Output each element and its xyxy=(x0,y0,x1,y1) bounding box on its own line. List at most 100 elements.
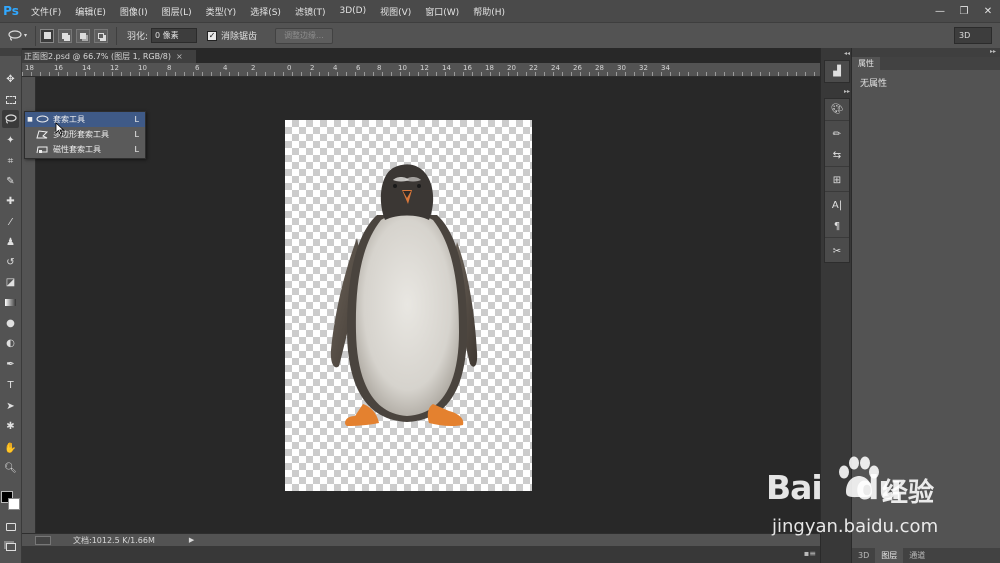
tab-properties[interactable]: 属性 xyxy=(852,57,880,70)
close-button[interactable]: ✕ xyxy=(982,6,994,17)
lasso-tool-icon[interactable] xyxy=(2,110,19,128)
feather-label: 羽化: xyxy=(127,32,149,42)
baidu-watermark: Bai du 经验 jingyan.baidu.com xyxy=(766,456,996,556)
eyedropper-icon[interactable]: ✎ xyxy=(2,172,19,190)
flyout-item-polygonal-lasso[interactable]: 多边形套索工具 L xyxy=(25,127,145,142)
brush-presets-icon[interactable]: ✏ xyxy=(825,124,849,145)
ruler-label: 32 xyxy=(639,64,648,72)
hand-tool-icon[interactable]: ✋ xyxy=(2,439,19,457)
ruler-label: 18 xyxy=(485,64,494,72)
type-tool-icon[interactable]: T xyxy=(2,376,19,394)
menu-window[interactable]: 窗口(W) xyxy=(420,5,464,18)
document-canvas[interactable] xyxy=(285,120,532,491)
dodge-tool-icon[interactable]: ◐ xyxy=(2,334,19,352)
ruler-label: 20 xyxy=(507,64,516,72)
shape-tool-icon[interactable]: ✱ xyxy=(2,417,19,435)
divider xyxy=(116,26,117,45)
clone-stamp-icon[interactable]: ♟ xyxy=(2,233,19,251)
ruler-label: 4 xyxy=(333,64,338,72)
brush-tool-icon[interactable]: ⁄ xyxy=(2,213,19,231)
menu-3d[interactable]: 3D(D) xyxy=(334,6,371,16)
color-palette-icon[interactable]: 🎨︎ xyxy=(825,99,849,120)
ruler-ticks xyxy=(22,72,820,76)
flyout-item-magnetic-lasso[interactable]: 磁性套索工具 L xyxy=(25,142,145,157)
histogram-icon[interactable]: ▟ xyxy=(825,61,849,82)
adjustments-icon[interactable]: ⇆ xyxy=(825,145,849,166)
canvas-area[interactable] xyxy=(36,77,820,533)
ruler-label: 10 xyxy=(138,64,147,72)
lasso-icon xyxy=(8,30,22,41)
shortcut-key: L xyxy=(134,145,139,154)
ruler-label: 6 xyxy=(195,64,200,72)
antialias-label: 消除锯齿 xyxy=(221,32,258,42)
character-icon[interactable]: A| xyxy=(825,195,849,216)
workspace-select[interactable]: 3D xyxy=(954,27,992,44)
panel-icon-group: ▟ xyxy=(824,60,850,83)
collapse-arrows-icon[interactable]: ◂◂ xyxy=(824,50,850,57)
refine-edge-button[interactable]: 调整边缘... xyxy=(275,27,333,44)
menu-edit[interactable]: 编辑(E) xyxy=(70,5,111,18)
background-color[interactable] xyxy=(8,498,20,510)
move-tool-icon[interactable]: ✥ xyxy=(2,70,19,88)
healing-brush-icon[interactable]: ✚ xyxy=(2,192,19,210)
selected-dot-icon: ■ xyxy=(27,116,33,123)
screen-mode-icon[interactable] xyxy=(2,538,19,556)
collapse-arrows-icon[interactable]: ▸▸ xyxy=(824,88,850,95)
color-swatches[interactable] xyxy=(1,491,21,511)
ruler-label: 10 xyxy=(398,64,407,72)
ruler-label: 2 xyxy=(251,64,256,72)
document-tab[interactable]: 正面图2.psd @ 66.7% (图层 1, RGB/8) × xyxy=(22,50,196,63)
magic-wand-icon[interactable]: ✦ xyxy=(2,131,19,149)
menu-layer[interactable]: 图层(L) xyxy=(157,5,197,18)
ruler-label: 24 xyxy=(551,64,560,72)
tool-preset-picker[interactable]: ▾ xyxy=(0,25,36,46)
window-controls: — ❐ ✕ xyxy=(934,0,994,22)
menu-select[interactable]: 选择(S) xyxy=(245,5,286,18)
paragraph-icon[interactable]: ¶ xyxy=(825,216,849,237)
eraser-icon[interactable]: ◪ xyxy=(2,273,19,291)
watermark-url: jingyan.baidu.com xyxy=(772,516,939,537)
intersect-selection-button[interactable] xyxy=(94,28,108,43)
antialias-checkbox[interactable]: ✓ xyxy=(207,30,218,41)
document-title: 正面图2.psd @ 66.7% (图层 1, RGB/8) xyxy=(24,52,171,61)
flyout-item-lasso[interactable]: ■ 套索工具 L xyxy=(25,112,145,127)
status-menu-arrow-icon[interactable]: ▶ xyxy=(189,536,194,544)
panel-collapse-icon[interactable]: ▸▸ xyxy=(852,48,1000,57)
menu-file[interactable]: 文件(F) xyxy=(26,5,66,18)
marquee-tool-icon[interactable] xyxy=(2,91,19,109)
new-selection-button[interactable] xyxy=(40,28,54,43)
menu-image[interactable]: 图像(I) xyxy=(115,5,153,18)
quick-mask-icon[interactable] xyxy=(2,518,19,536)
tools-icon[interactable]: ✂ xyxy=(825,241,849,262)
zoom-level-field[interactable] xyxy=(35,535,51,545)
crop-tool-icon[interactable]: ⌗ xyxy=(2,152,19,170)
menu-type[interactable]: 类型(Y) xyxy=(201,5,242,18)
ruler-label: 12 xyxy=(110,64,119,72)
lasso-icon xyxy=(35,114,49,125)
ruler-label: 0 xyxy=(287,64,292,72)
close-tab-icon[interactable]: × xyxy=(176,52,183,61)
zoom-tool-icon[interactable]: 🔍︎ xyxy=(2,459,19,477)
add-selection-button[interactable] xyxy=(58,28,72,43)
maximize-button[interactable]: ❐ xyxy=(958,6,970,17)
document-info: 文档:1012.5 K/1.66M xyxy=(73,535,155,545)
subtract-selection-button[interactable] xyxy=(76,28,90,43)
path-selection-icon[interactable]: ➤ xyxy=(2,397,19,415)
gradient-tool-icon[interactable] xyxy=(2,293,19,311)
menu-help[interactable]: 帮助(H) xyxy=(468,5,510,18)
panel-icon-group: 🎨︎ ✏ ⇆ ⊞ A| ¶ ✂ xyxy=(824,98,850,263)
clone-source-icon[interactable]: ⊞ xyxy=(825,170,849,191)
menu-filter[interactable]: 滤镜(T) xyxy=(290,5,331,18)
menu-bar: Ps 文件(F) 编辑(E) 图像(I) 图层(L) 类型(Y) 选择(S) 滤… xyxy=(0,0,1000,22)
properties-tabbar: 属性 xyxy=(852,57,1000,70)
pen-tool-icon[interactable]: ✒ xyxy=(2,355,19,373)
lasso-tool-flyout: ■ 套索工具 L 多边形套索工具 L 磁性套索工具 L xyxy=(24,111,146,159)
minimize-button[interactable]: — xyxy=(934,6,946,17)
feather-input[interactable]: 0 像素 xyxy=(151,28,198,43)
ruler-label: 14 xyxy=(442,64,451,72)
horizontal-ruler: 18 16 14 12 10 8 6 4 2 0 2 4 6 8 10 12 1… xyxy=(22,63,820,77)
menu-view[interactable]: 视图(V) xyxy=(375,5,416,18)
history-brush-icon[interactable]: ↺ xyxy=(2,253,19,271)
blur-tool-icon[interactable]: ● xyxy=(2,314,19,332)
ruler-label: 14 xyxy=(82,64,91,72)
